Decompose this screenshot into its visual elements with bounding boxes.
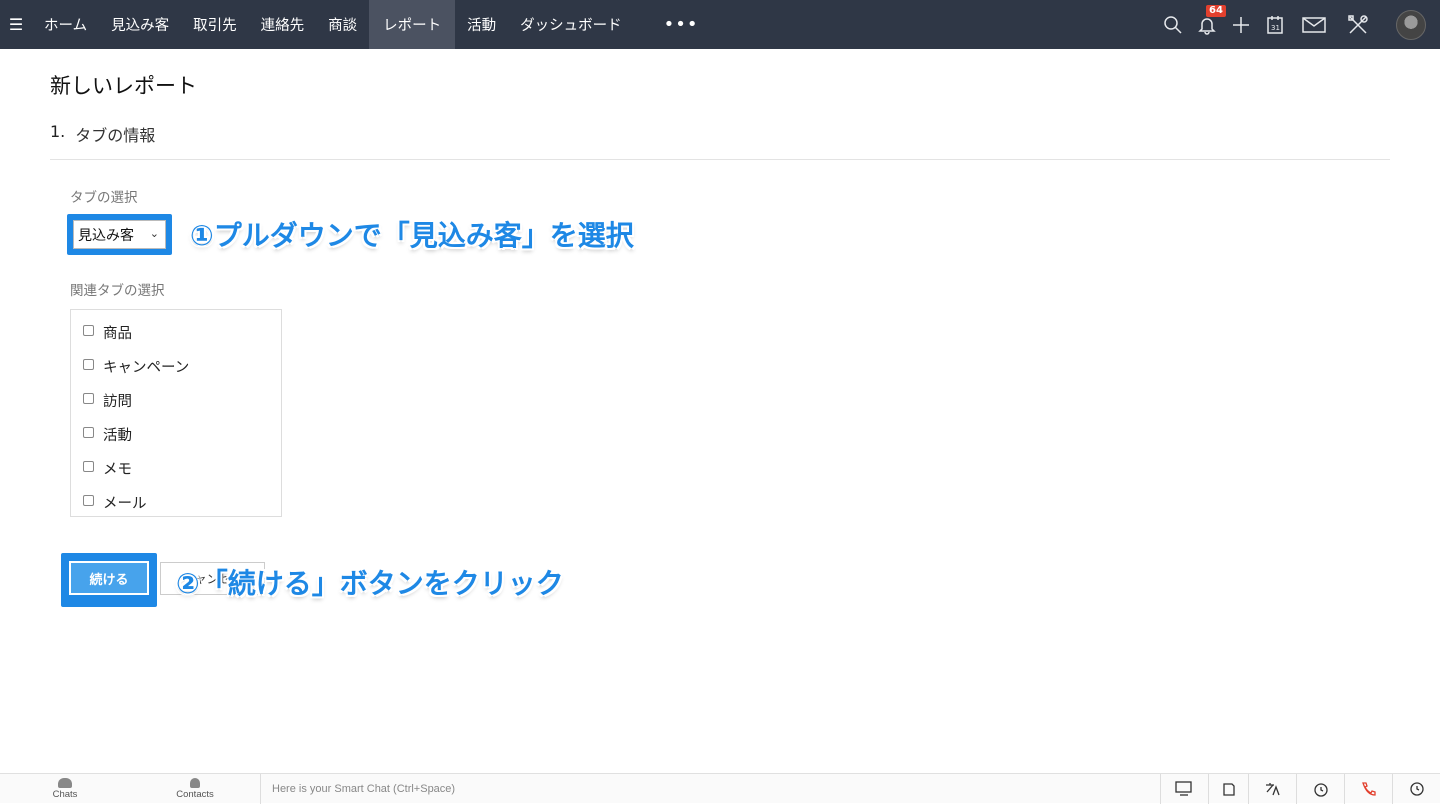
section-header: 1. タブの情報 [50,122,155,146]
page-title: 新しいレポート [50,74,197,98]
tools-icon[interactable] [1336,0,1380,49]
chat-bubble-icon [58,778,72,788]
related-tab-item[interactable]: キャンペーン [83,356,189,377]
step2-annotation: ②「続ける」ボタンをクリック [176,567,564,600]
more-menu-icon[interactable]: ••• [634,0,721,49]
related-tab-item[interactable]: 訪問 [83,390,132,411]
alarm-icon[interactable] [1296,774,1344,804]
user-avatar[interactable] [1396,9,1426,40]
contacts-label: Contacts [176,789,214,800]
section-number: 1. [50,122,66,141]
related-tab-label-text: メモ [103,462,132,478]
checkbox[interactable] [83,495,94,506]
chevron-down-icon: ⌄ [149,227,159,240]
section-title: タブの情報 [75,126,156,145]
bell-icon[interactable]: 64 [1190,0,1226,49]
related-tab-label-text: 活動 [103,428,132,444]
nav-home[interactable]: ホーム [32,0,99,49]
step1-annotation: ①プルダウンで「見込み客」を選択 [190,219,634,252]
related-tab-label: 関連タブの選択 [70,283,165,299]
top-navigation-bar: ☰ ホーム 見込み客 取引先 連絡先 商談 レポート 活動 ダッシュボード ••… [0,0,1440,49]
bottom-chat-bar: Chats Contacts Here is your Smart Chat (… [0,773,1440,804]
nav-accounts[interactable]: 取引先 [181,0,249,49]
related-tab-list: 商品 キャンペーン 訪問 活動 メモ メール [70,309,282,517]
top-right-tools: 64 31 [1156,0,1440,49]
related-tab-label-text: 訪問 [103,394,132,410]
plus-icon[interactable] [1224,0,1258,49]
history-icon[interactable] [1392,774,1440,804]
note-icon[interactable] [1208,774,1248,804]
search-icon[interactable] [1156,0,1190,49]
nav-activities[interactable]: 活動 [455,0,508,49]
calendar-day: 31 [1271,24,1280,32]
notification-badge: 64 [1206,5,1226,17]
related-tab-label-text: メール [103,496,147,512]
checkbox[interactable] [83,359,94,370]
checkbox[interactable] [83,393,94,404]
related-tab-item[interactable]: メール [83,492,147,513]
related-tab-label-text: キャンペーン [103,360,190,376]
mail-icon[interactable] [1292,0,1336,49]
tab-select-dropdown[interactable]: 見込み客 ⌄ [73,220,166,249]
nav-reports[interactable]: レポート [369,0,456,49]
chats-tab[interactable]: Chats [0,774,130,804]
checkbox[interactable] [83,427,94,438]
nav-contacts[interactable]: 連絡先 [249,0,317,49]
translate-icon[interactable] [1248,774,1296,804]
checkbox[interactable] [83,461,94,472]
person-icon [190,778,200,788]
main-nav: ホーム 見込み客 取引先 連絡先 商談 レポート 活動 ダッシュボード [32,0,634,49]
screen-share-icon[interactable] [1160,774,1208,804]
related-tab-item[interactable]: 商品 [83,322,132,343]
continue-button[interactable]: 続ける [69,561,149,595]
chats-label: Chats [52,789,78,800]
contacts-tab[interactable]: Contacts [130,774,260,804]
phone-icon[interactable] [1344,774,1392,804]
tab-select-label: タブの選択 [70,190,138,206]
nav-dashboards[interactable]: ダッシュボード [508,0,634,49]
checkbox[interactable] [83,325,94,336]
related-tab-label-text: 商品 [103,326,132,342]
related-tab-item[interactable]: メモ [83,458,132,479]
section-divider [50,159,1390,160]
related-tab-item[interactable]: 活動 [83,424,132,445]
nav-leads[interactable]: 見込み客 [99,0,181,49]
smart-chat-input[interactable]: Here is your Smart Chat (Ctrl+Space) [260,774,1155,804]
nav-deals[interactable]: 商談 [316,0,369,49]
menu-icon[interactable]: ☰ [0,0,32,49]
calendar-icon[interactable]: 31 [1258,0,1292,49]
tab-select-value: 見込み客 [78,227,134,244]
bottom-tool-icons [1160,774,1440,804]
